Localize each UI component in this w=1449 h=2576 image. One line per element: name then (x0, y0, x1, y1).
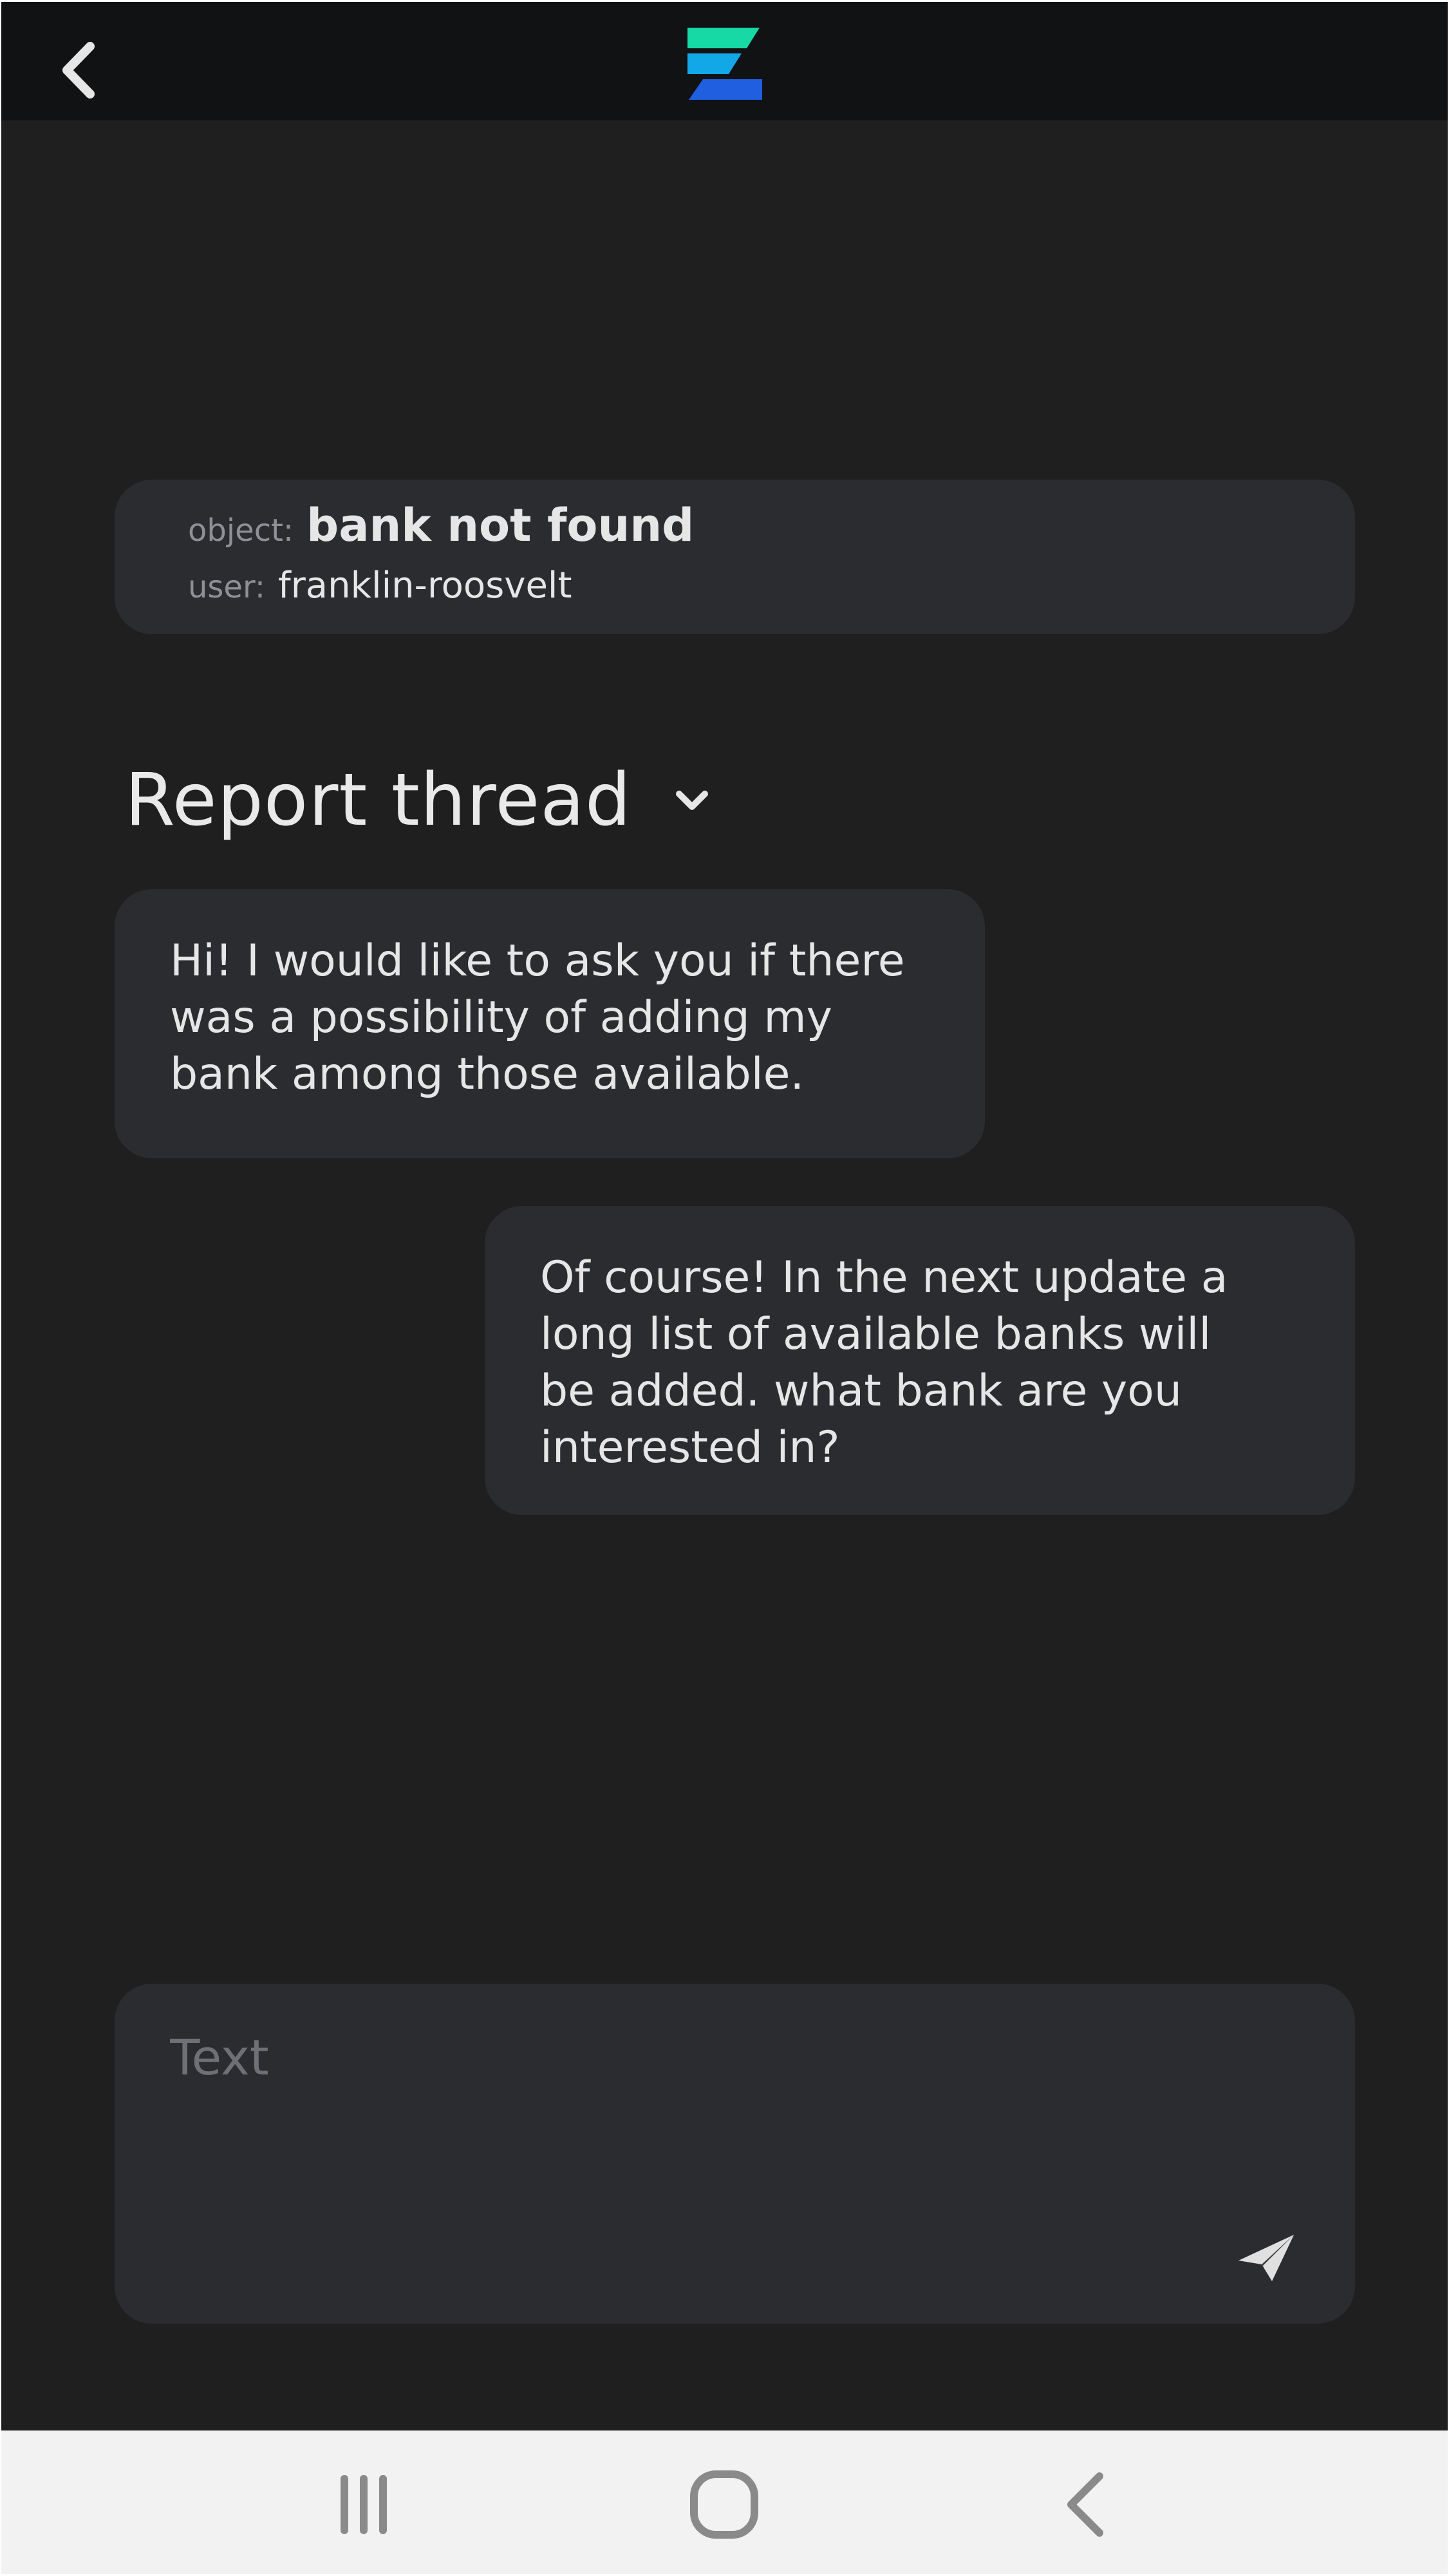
app-screen: object: bank not found user: franklin-ro… (1, 2, 1448, 2574)
message-bubble-received: Hi! I would like to ask you if there was… (115, 889, 985, 1158)
chevron-left-icon (62, 42, 95, 99)
object-row: object: bank not found (188, 499, 694, 552)
recent-apps-button[interactable] (325, 2466, 402, 2543)
system-back-button[interactable] (1046, 2466, 1123, 2543)
message-text: Of course! In the next update a long lis… (540, 1252, 1228, 1473)
recent-apps-icon (341, 2475, 387, 2534)
message-bubble-sent: Of course! In the next update a long lis… (485, 1206, 1355, 1515)
home-icon (690, 2470, 758, 2539)
back-button[interactable] (48, 39, 109, 101)
thread-toggle[interactable]: Report thread (125, 755, 711, 845)
send-icon (1239, 2235, 1294, 2281)
back-icon (1067, 2472, 1103, 2537)
send-button[interactable] (1228, 2226, 1305, 2290)
home-button[interactable] (686, 2466, 763, 2543)
app-logo-icon (687, 28, 762, 100)
message-input[interactable] (170, 2029, 1264, 2222)
top-app-bar (1, 2, 1448, 120)
user-label: user: (188, 569, 266, 605)
system-navigation-bar (1, 2430, 1448, 2574)
object-value: bank not found (306, 499, 695, 552)
thread-title: Report thread (125, 758, 631, 842)
chevron-down-icon (673, 781, 711, 820)
message-text: Hi! I would like to ask you if there was… (170, 935, 905, 1100)
report-info-card: object: bank not found user: franklin-ro… (115, 480, 1355, 634)
message-composer[interactable] (115, 1984, 1355, 2324)
user-value: franklin-roosvelt (278, 565, 572, 606)
object-label: object: (188, 512, 294, 549)
user-row: user: franklin-roosvelt (188, 565, 572, 606)
